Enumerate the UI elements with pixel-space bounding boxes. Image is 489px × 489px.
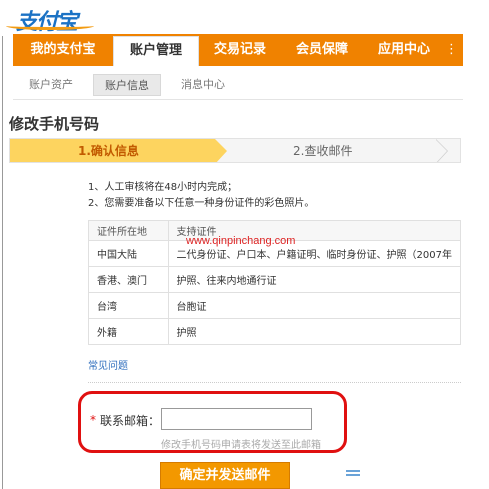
- watermark-text: www.qinpinchang.com: [186, 235, 296, 247]
- email-label: 联系邮箱：: [100, 414, 161, 428]
- table-cell: 护照: [167, 318, 462, 345]
- table-cell: 护照、往来内地通行证: [167, 266, 462, 293]
- step-1-label: 1.确认信息: [78, 144, 139, 158]
- alipay-logo[interactable]: 支付宝: [6, 4, 96, 35]
- sub-nav: 账户资产 账户信息 消息中心: [13, 70, 463, 100]
- table-row: 台湾 台胞证: [88, 292, 462, 319]
- deco-bar: [346, 474, 360, 476]
- more-menu-icon[interactable]: ⋮: [445, 34, 458, 66]
- left-divider: [2, 36, 3, 489]
- nav-item-my-alipay[interactable]: 我的支付宝: [13, 34, 113, 66]
- deco-bar: [346, 470, 360, 472]
- email-hint: 修改手机号码申请表将发送至此邮箱: [161, 440, 321, 451]
- table-cell: 外籍: [88, 318, 169, 345]
- divider: [88, 382, 461, 383]
- table-header-cell: 证件所在地: [88, 220, 169, 241]
- note-line: 1、人工审核将在48小时内完成；: [88, 182, 238, 193]
- progress-steps: 1.确认信息 2.查收邮件: [9, 138, 461, 163]
- required-marker: *: [90, 413, 96, 427]
- sub-nav-message-center[interactable]: 消息中心: [171, 74, 235, 96]
- nav-item-app-center[interactable]: 应用中心: [363, 34, 445, 66]
- sub-nav-account-info[interactable]: 账户信息: [93, 74, 161, 96]
- table-row: 外籍 护照: [88, 318, 462, 345]
- nav-item-member-protection[interactable]: 会员保障: [281, 34, 363, 66]
- step-arrow-icon: [215, 139, 227, 162]
- note-line: 2、您需要准备以下任意一种身份证件的彩色照片。: [88, 198, 315, 209]
- logo-text: 支付宝: [16, 10, 78, 35]
- table-cell: 香港、澳门: [88, 266, 169, 293]
- table-row: 香港、澳门 护照、往来内地通行证: [88, 266, 462, 293]
- confirm-send-email-button[interactable]: 确定并发送邮件: [160, 462, 290, 489]
- loading-indicator-icon: [346, 470, 360, 478]
- table-cell: 台胞证: [167, 292, 462, 319]
- nav-item-account-management[interactable]: 账户管理: [113, 36, 199, 66]
- sub-nav-account-assets[interactable]: 账户资产: [19, 74, 83, 96]
- table-cell: 台湾: [88, 292, 169, 319]
- nav-item-transactions[interactable]: 交易记录: [199, 34, 281, 66]
- faq-link[interactable]: 常见问题: [88, 357, 128, 372]
- page-title: 修改手机号码: [9, 115, 100, 133]
- step-separator-inner: [435, 139, 447, 162]
- step-2-label: 2.查收邮件: [293, 144, 353, 158]
- logo-swoosh-icon: [6, 22, 94, 30]
- email-input[interactable]: [161, 408, 312, 430]
- main-nav: 我的支付宝 账户管理 交易记录 会员保障 应用中心 ⋮: [13, 34, 463, 66]
- requirements-notes: 1、人工审核将在48小时内完成； 2、您需要准备以下任意一种身份证件的彩色照片。: [88, 180, 314, 212]
- table-cell: 中国大陆: [88, 240, 169, 267]
